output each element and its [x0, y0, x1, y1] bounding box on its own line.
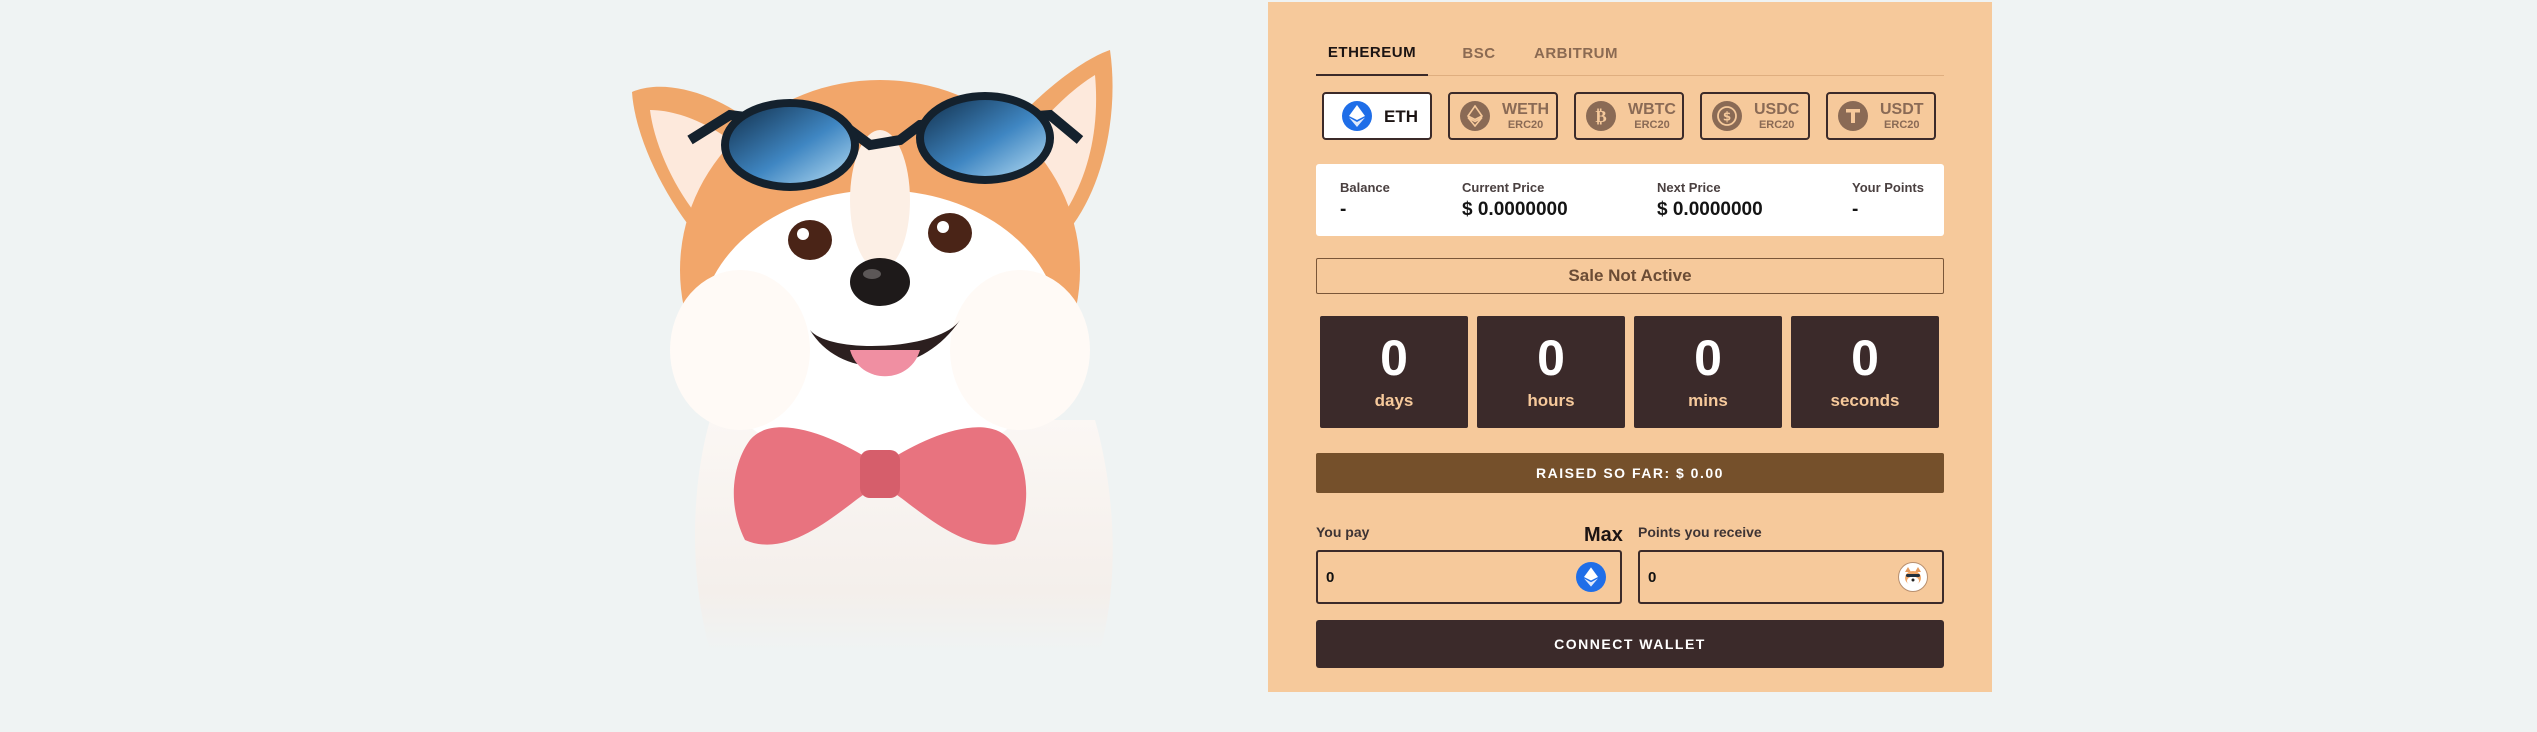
current-price-label: Current Price: [1462, 180, 1545, 195]
network-tabs: ETHEREUM BSC ARBITRUM: [1316, 30, 1944, 76]
token-name: USDC: [1754, 100, 1800, 118]
token-name: WETH: [1502, 100, 1550, 118]
tab-ethereum[interactable]: ETHEREUM: [1316, 30, 1428, 76]
token-usdc-button[interactable]: $ USDC ERC20: [1700, 92, 1810, 140]
countdown-value: 0: [1694, 330, 1722, 386]
shiba-mascot-image: [540, 20, 1240, 670]
wbtc-icon: ₿: [1586, 101, 1616, 131]
eth-icon: [1576, 562, 1606, 592]
token-name: ETH: [1384, 106, 1418, 126]
raised-so-far-bar: RAISED SO FAR: $ 0.00: [1316, 453, 1944, 493]
price-stats-panel: Balance - Current Price $ 0.0000000 Next…: [1316, 164, 1944, 236]
svg-text:₿: ₿: [1595, 107, 1606, 126]
receive-amount-input[interactable]: [1648, 552, 1878, 602]
token-name: WBTC: [1628, 100, 1676, 118]
countdown-unit: hours: [1527, 391, 1575, 410]
countdown-value: 0: [1537, 330, 1565, 386]
your-points-value: -: [1852, 199, 1859, 220]
token-wbtc-button[interactable]: ₿ WBTC ERC20: [1574, 92, 1684, 140]
pay-amount-field: [1316, 550, 1622, 604]
balance-label: Balance: [1340, 180, 1390, 195]
receive-amount-field: [1638, 550, 1944, 604]
eth-icon: [1342, 101, 1372, 131]
sale-status-badge: Sale Not Active: [1316, 258, 1944, 294]
countdown-seconds: 0 seconds: [1791, 316, 1939, 428]
countdown-hours: 0 hours: [1477, 316, 1625, 428]
max-button[interactable]: Max: [1584, 524, 1623, 547]
tab-arbitrum[interactable]: ARBITRUM: [1526, 30, 1626, 76]
countdown-mins: 0 mins: [1634, 316, 1782, 428]
connect-wallet-button[interactable]: CONNECT WALLET: [1316, 620, 1944, 668]
current-price-stat: Current Price $ 0.0000000: [1462, 180, 1568, 221]
countdown-days: 0 days: [1320, 316, 1468, 428]
next-price-value: $ 0.0000000: [1657, 199, 1763, 220]
usdt-icon: [1838, 101, 1868, 131]
shiba-token-icon: [1898, 562, 1928, 592]
your-points-stat: Your Points -: [1852, 180, 1924, 221]
countdown-value: 0: [1380, 330, 1408, 386]
countdown-unit: mins: [1688, 391, 1728, 410]
token-standard: ERC20: [1634, 118, 1670, 131]
presale-widget: ETHEREUM BSC ARBITRUM ETH WETH ERC20 ₿ WB…: [1268, 2, 1992, 692]
next-price-stat: Next Price $ 0.0000000: [1657, 180, 1763, 221]
countdown-value: 0: [1851, 330, 1879, 386]
token-name: USDT: [1880, 100, 1924, 118]
your-points-label: Your Points: [1852, 180, 1924, 195]
you-pay-label: You pay: [1316, 524, 1370, 540]
next-price-label: Next Price: [1657, 180, 1721, 195]
token-eth-button[interactable]: ETH: [1322, 92, 1432, 140]
countdown-unit: seconds: [1830, 391, 1900, 410]
points-receive-label: Points you receive: [1638, 524, 1762, 540]
token-weth-button[interactable]: WETH ERC20: [1448, 92, 1558, 140]
tab-bsc[interactable]: BSC: [1450, 30, 1508, 76]
weth-icon: [1460, 101, 1490, 131]
pay-amount-input[interactable]: [1326, 552, 1556, 602]
current-price-value: $ 0.0000000: [1462, 199, 1568, 220]
countdown-unit: days: [1374, 391, 1414, 410]
svg-text:$: $: [1723, 110, 1731, 124]
balance-value: -: [1340, 199, 1347, 220]
token-standard: ERC20: [1758, 118, 1795, 131]
token-standard: ERC20: [1507, 118, 1544, 131]
balance-stat: Balance -: [1340, 180, 1390, 221]
usdc-icon: $: [1712, 101, 1742, 131]
token-usdt-button[interactable]: USDT ERC20: [1826, 92, 1936, 140]
token-standard: ERC20: [1884, 118, 1920, 131]
